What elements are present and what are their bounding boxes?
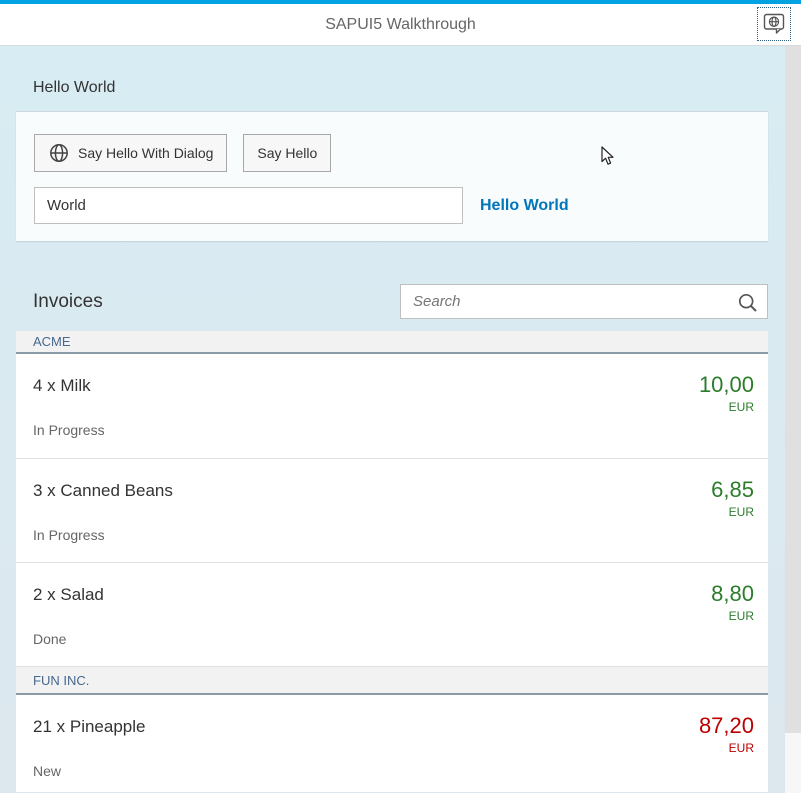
item-title: 4 x Milk xyxy=(33,376,91,396)
invoice-list: ACME 4 x Milk 10,00 EUR In Progress 3 x … xyxy=(16,331,768,792)
hello-world-panel: Hello World Say Hello With Dialog xyxy=(16,46,768,241)
app-header: SAPUI5 Walkthrough xyxy=(0,4,801,46)
item-status: In Progress xyxy=(33,422,105,438)
page-content: Hello World Say Hello With Dialog xyxy=(16,46,768,792)
invoice-list-item-salad[interactable]: 2 x Salad 8,80 EUR Done xyxy=(16,562,768,666)
item-number: 87,20 xyxy=(699,713,754,739)
name-input[interactable] xyxy=(34,187,463,224)
item-status: In Progress xyxy=(33,527,105,543)
search-input[interactable] xyxy=(401,285,767,318)
panel-title: Hello World xyxy=(16,46,768,111)
group-header-acme: ACME xyxy=(16,331,768,354)
greeting-text: Hello World xyxy=(480,197,569,215)
item-status: New xyxy=(33,763,61,779)
invoices-toolbar: Invoices xyxy=(16,284,768,319)
scrollbar-thumb[interactable] xyxy=(785,46,801,733)
say-hello-label: Say Hello xyxy=(257,145,317,161)
item-unit: EUR xyxy=(729,505,754,519)
item-status: Done xyxy=(33,631,66,647)
item-title: 3 x Canned Beans xyxy=(33,481,173,501)
invoices-title: Invoices xyxy=(16,291,103,313)
hello-dialog-button[interactable] xyxy=(761,11,787,37)
item-title: 2 x Salad xyxy=(33,585,104,605)
buttons-row: Say Hello With Dialog Say Hello xyxy=(34,134,750,172)
header-button-focus-ring xyxy=(757,7,791,41)
search-button[interactable] xyxy=(735,290,761,316)
item-unit: EUR xyxy=(729,741,754,755)
item-unit: EUR xyxy=(729,400,754,414)
invoice-list-item-pineapple[interactable]: 21 x Pineapple 87,20 EUR New xyxy=(16,695,768,792)
item-title: 21 x Pineapple xyxy=(33,717,145,737)
say-hello-with-dialog-label: Say Hello With Dialog xyxy=(78,145,213,161)
group-header-label: FUN INC. xyxy=(33,673,89,688)
panel-content: Say Hello With Dialog Say Hello Hello Wo… xyxy=(16,111,768,241)
globe-icon xyxy=(48,142,70,164)
dialog-globe-icon xyxy=(763,13,785,35)
vertical-scrollbar[interactable] xyxy=(785,46,801,793)
item-number: 8,80 xyxy=(711,581,754,607)
item-unit: EUR xyxy=(729,609,754,623)
group-header-fun-inc: FUN INC. xyxy=(16,666,768,695)
item-number: 6,85 xyxy=(711,477,754,503)
say-hello-button[interactable]: Say Hello xyxy=(243,134,331,172)
search-field xyxy=(400,284,768,319)
group-header-label: ACME xyxy=(33,334,71,349)
magnifier-icon xyxy=(737,292,759,314)
say-hello-with-dialog-button[interactable]: Say Hello With Dialog xyxy=(34,134,227,172)
invoice-list-item-milk[interactable]: 4 x Milk 10,00 EUR In Progress xyxy=(16,354,768,458)
item-number: 10,00 xyxy=(699,372,754,398)
page-body: Hello World Say Hello With Dialog xyxy=(0,46,801,793)
input-row: Hello World xyxy=(34,187,750,224)
invoice-list-item-canned-beans[interactable]: 3 x Canned Beans 6,85 EUR In Progress xyxy=(16,458,768,562)
page-title: SAPUI5 Walkthrough xyxy=(325,16,476,34)
